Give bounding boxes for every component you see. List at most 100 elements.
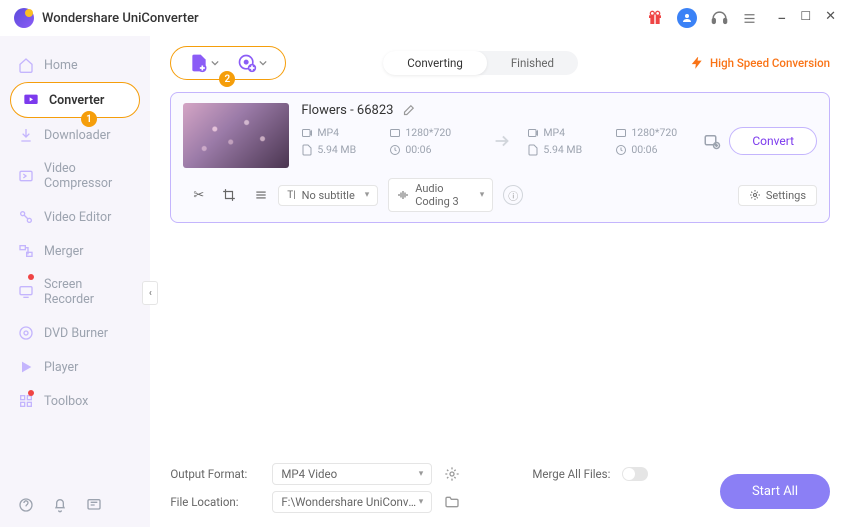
main: Home Converter 1 Downloader Video Compre… bbox=[0, 36, 850, 527]
output-format-dropdown[interactable]: MP4 Video ▾ bbox=[272, 463, 432, 485]
menu-icon[interactable] bbox=[742, 11, 757, 26]
sidebar-item-downloader[interactable]: Downloader bbox=[0, 118, 150, 152]
sidebar-item-label: DVD Burner bbox=[44, 326, 108, 341]
subtitle-dropdown[interactable]: T| No subtitle ▾ bbox=[278, 185, 378, 206]
feedback-icon[interactable] bbox=[86, 497, 102, 513]
content: 2 Converting Finished High Speed Convers… bbox=[150, 36, 850, 527]
add-files-group: 2 bbox=[170, 46, 286, 80]
high-speed-conversion-button[interactable]: High Speed Conversion bbox=[690, 56, 830, 70]
trim-icon[interactable]: ✂ bbox=[193, 188, 204, 203]
audio-dropdown[interactable]: Audio Coding 3 ▾ bbox=[388, 178, 493, 212]
src-meta-1: MP4 5.94 MB bbox=[301, 126, 389, 156]
burner-icon bbox=[18, 325, 34, 341]
user-icon[interactable] bbox=[677, 8, 697, 28]
close-button[interactable]: ✕ bbox=[825, 9, 836, 28]
merger-icon bbox=[18, 243, 34, 259]
downloader-icon bbox=[18, 127, 34, 143]
notification-dot-icon bbox=[28, 274, 34, 280]
editor-icon bbox=[18, 209, 34, 225]
add-dvd-button[interactable] bbox=[237, 53, 267, 73]
sidebar-item-home[interactable]: Home bbox=[0, 48, 150, 82]
crop-icon[interactable] bbox=[222, 188, 236, 203]
file-icon bbox=[301, 144, 313, 156]
badge-2: 2 bbox=[219, 71, 235, 87]
maximize-button[interactable]: ☐ bbox=[800, 9, 811, 28]
file-icon bbox=[527, 144, 539, 156]
sidebar-item-label: Player bbox=[44, 360, 78, 375]
sidebar-bottom bbox=[0, 483, 150, 527]
sidebar-item-player[interactable]: Player bbox=[0, 350, 150, 384]
app-title: Wondershare UniConverter bbox=[42, 11, 199, 26]
file-name-row: Flowers - 66823 bbox=[301, 103, 817, 118]
status-tabs: Converting Finished bbox=[383, 51, 578, 75]
chevron-down-icon: ▾ bbox=[419, 497, 424, 507]
notification-dot-icon bbox=[28, 390, 34, 396]
convert-button[interactable]: Convert bbox=[729, 127, 817, 155]
app-logo-icon bbox=[14, 8, 34, 28]
file-info: Flowers - 66823 MP4 5.94 MB 1280*720 00:… bbox=[301, 103, 817, 168]
sidebar-item-label: Home bbox=[44, 58, 78, 73]
toolbar: 2 Converting Finished High Speed Convers… bbox=[170, 46, 830, 80]
sidebar-item-toolbox[interactable]: Toolbox bbox=[0, 384, 150, 418]
titlebar-right: − ☐ ✕ bbox=[647, 8, 836, 28]
merge-toggle[interactable] bbox=[622, 467, 648, 481]
arrow-right-icon bbox=[491, 130, 513, 152]
help-icon[interactable] bbox=[18, 497, 34, 513]
file-location-label: File Location: bbox=[170, 495, 260, 509]
sidebar-item-label: Video Compressor bbox=[44, 161, 132, 191]
start-all-button[interactable]: Start All bbox=[720, 474, 830, 509]
sidebar-item-burner[interactable]: DVD Burner bbox=[0, 316, 150, 350]
minimize-button[interactable]: − bbox=[777, 9, 786, 28]
clock-icon bbox=[389, 144, 401, 156]
info-icon[interactable]: ⓘ bbox=[503, 185, 523, 205]
player-icon bbox=[18, 359, 34, 375]
sidebar-item-label: Toolbox bbox=[44, 394, 88, 409]
chevron-down-icon: ▾ bbox=[480, 190, 485, 200]
gift-icon[interactable] bbox=[647, 10, 663, 26]
file-top: Flowers - 66823 MP4 5.94 MB 1280*720 00:… bbox=[183, 103, 817, 168]
sidebar-item-label: Screen Recorder bbox=[44, 277, 132, 307]
sidebar-item-merger[interactable]: Merger bbox=[0, 234, 150, 268]
sidebar-item-converter[interactable]: Converter 1 bbox=[10, 82, 140, 118]
file-name: Flowers - 66823 bbox=[301, 103, 393, 118]
file-location-dropdown[interactable]: F:\Wondershare UniConverter ▾ bbox=[272, 491, 432, 513]
collapse-sidebar-button[interactable]: ‹ bbox=[142, 281, 158, 305]
subtitle-icon: T| bbox=[287, 190, 295, 201]
video-thumbnail[interactable] bbox=[183, 103, 289, 168]
output-format-label: Output Format: bbox=[170, 467, 260, 481]
chevron-down-icon: ▾ bbox=[365, 190, 370, 200]
video-icon bbox=[301, 127, 313, 139]
video-icon bbox=[527, 127, 539, 139]
sidebar: Home Converter 1 Downloader Video Compre… bbox=[0, 36, 150, 527]
more-icon[interactable] bbox=[254, 188, 268, 203]
support-icon[interactable] bbox=[711, 10, 728, 27]
file-settings-button[interactable]: Settings bbox=[738, 185, 817, 206]
recorder-icon bbox=[18, 284, 34, 300]
file-bottom: ✂ T| No subtitle ▾ Audio Coding 3 ▾ ⓘ bbox=[183, 178, 817, 212]
converter-icon bbox=[23, 92, 39, 108]
sidebar-item-compressor[interactable]: Video Compressor bbox=[0, 152, 150, 200]
format-settings-icon[interactable] bbox=[444, 466, 460, 482]
bell-icon[interactable] bbox=[52, 497, 68, 513]
sidebar-item-label: Downloader bbox=[44, 128, 111, 143]
tab-converting[interactable]: Converting bbox=[383, 51, 487, 75]
home-icon bbox=[18, 57, 34, 73]
add-file-button[interactable] bbox=[189, 53, 219, 73]
compressor-icon bbox=[18, 168, 34, 184]
sidebar-item-editor[interactable]: Video Editor bbox=[0, 200, 150, 234]
sidebar-item-label: Converter bbox=[49, 93, 104, 108]
rename-icon[interactable] bbox=[401, 104, 415, 118]
titlebar-left: Wondershare UniConverter bbox=[14, 8, 199, 28]
src-meta-2: 1280*720 00:06 bbox=[389, 126, 477, 156]
merge-label: Merge All Files: bbox=[532, 467, 610, 481]
meta-row: MP4 5.94 MB 1280*720 00:06 MP4 5.94 MB bbox=[301, 126, 817, 156]
audio-icon bbox=[397, 189, 409, 201]
tab-finished[interactable]: Finished bbox=[487, 51, 578, 75]
clock-icon bbox=[615, 144, 627, 156]
window-controls: − ☐ ✕ bbox=[777, 9, 836, 28]
sidebar-item-recorder[interactable]: Screen Recorder bbox=[0, 268, 150, 316]
sidebar-item-label: Video Editor bbox=[44, 210, 111, 225]
resolution-icon bbox=[389, 127, 401, 139]
open-folder-icon[interactable] bbox=[444, 494, 460, 510]
output-settings-icon[interactable] bbox=[703, 132, 721, 150]
